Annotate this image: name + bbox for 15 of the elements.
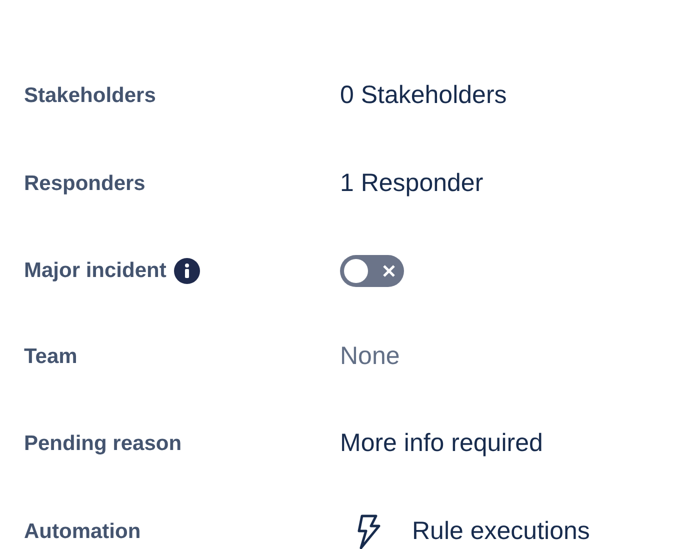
field-label: Responders (24, 171, 146, 198)
field-value[interactable]: None (340, 338, 400, 376)
field-value[interactable]: 1 Responder (340, 165, 484, 203)
lightning-icon (356, 514, 382, 549)
field-label: Major incident (24, 258, 166, 284)
rule-executions-button[interactable]: Rule executions (340, 513, 590, 549)
field-label: Pending reason (24, 431, 182, 458)
field-value[interactable]: 0 Stakeholders (340, 77, 507, 115)
cross-icon (382, 264, 396, 278)
toggle-switch[interactable] (340, 255, 404, 287)
field-label: Automation (24, 519, 141, 546)
info-icon[interactable] (174, 258, 200, 284)
field-label: Stakeholders (24, 83, 156, 110)
field-label: Team (24, 344, 78, 370)
field-value[interactable]: More info required (340, 425, 543, 463)
